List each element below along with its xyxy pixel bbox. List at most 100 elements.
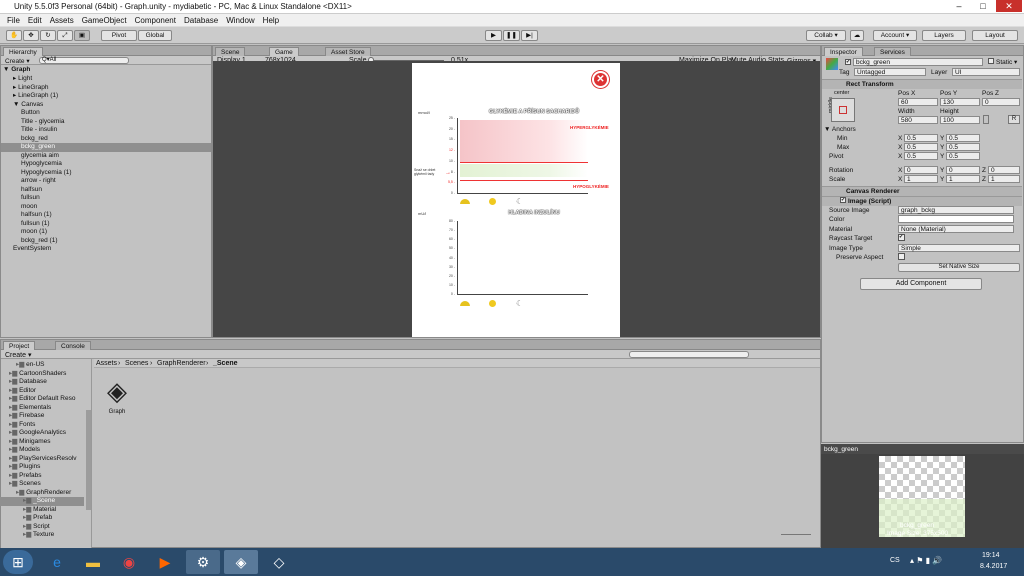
hierarchy-item[interactable]: ▸ LineGraph (1): [1, 92, 211, 101]
hierarchy-item[interactable]: Button: [1, 109, 211, 118]
preserve-aspect-checkbox[interactable]: [898, 253, 905, 260]
maximize-button[interactable]: □: [972, 0, 994, 12]
project-search-input[interactable]: [629, 351, 749, 358]
hierarchy-item[interactable]: fullsun: [1, 194, 211, 203]
static-checkbox[interactable]: [988, 58, 994, 64]
project-folder[interactable]: ▸▆ Prefab: [0, 514, 84, 523]
move-tool-icon[interactable]: ✥: [23, 30, 39, 41]
hierarchy-item[interactable]: bckg_green: [1, 143, 211, 152]
menu-database[interactable]: Database: [180, 14, 222, 26]
scale-y-field[interactable]: 1: [946, 175, 980, 183]
anchors-foldout[interactable]: ▼ Anchors: [824, 126, 856, 133]
breadcrumb-scenes[interactable]: Scenes: [125, 360, 148, 367]
project-folder[interactable]: ▸▆ Models: [0, 446, 84, 455]
raycast-checkbox[interactable]: ✔: [898, 234, 905, 241]
unity-hub-icon[interactable]: ◇: [262, 550, 296, 574]
unity-scene-icon[interactable]: ◈: [103, 376, 131, 406]
hierarchy-item[interactable]: moon (1): [1, 228, 211, 237]
cloud-icon[interactable]: ☁: [850, 30, 864, 41]
project-folder[interactable]: ▸▆ Plugins: [0, 463, 84, 472]
hierarchy-item[interactable]: EventSystem: [1, 245, 211, 254]
hand-tool-icon[interactable]: ✋: [6, 30, 22, 41]
scale-z-field[interactable]: 1: [988, 175, 1020, 183]
scene-root[interactable]: ▼ Graph: [3, 66, 30, 75]
rotation-x-field[interactable]: 0: [904, 166, 938, 174]
hierarchy-item[interactable]: glycemia aim: [1, 152, 211, 161]
set-native-size-button[interactable]: Set Native Size: [898, 263, 1020, 272]
collab-dropdown[interactable]: Collab ▾: [806, 30, 846, 41]
hierarchy-search-input[interactable]: Q▾All: [39, 57, 129, 64]
close-window-button[interactable]: ✕: [996, 0, 1022, 12]
anchor-min-x[interactable]: 0.5: [904, 134, 938, 142]
tab-game[interactable]: Game: [269, 47, 299, 56]
project-folder[interactable]: ▸▆ Prefabs: [0, 472, 84, 481]
project-folder[interactable]: ▸▆ _Scene: [0, 497, 84, 506]
hierarchy-item[interactable]: Title - insulin: [1, 126, 211, 135]
breadcrumb-assets[interactable]: Assets: [96, 360, 117, 367]
hierarchy-item[interactable]: halfsun: [1, 186, 211, 195]
asset-graph-label[interactable]: Graph: [104, 409, 130, 415]
static-dropdown[interactable]: Static ▾: [996, 58, 1017, 66]
hierarchy-item[interactable]: Hypoglycemia: [1, 160, 211, 169]
menu-gameobject[interactable]: GameObject: [78, 14, 131, 26]
rotation-y-field[interactable]: 0: [946, 166, 980, 174]
anchor-min-y[interactable]: 0.5: [946, 134, 980, 142]
icon-size-slider[interactable]: [781, 534, 811, 535]
pause-button[interactable]: ❚❚: [503, 30, 520, 41]
tab-services[interactable]: Services: [874, 47, 911, 56]
hierarchy-item[interactable]: ▸ LineGraph: [1, 84, 211, 93]
image-enabled-checkbox[interactable]: ✔: [840, 197, 846, 203]
tab-asset-store[interactable]: Asset Store: [325, 47, 371, 56]
folder-scrollbar[interactable]: [86, 410, 91, 510]
account-dropdown[interactable]: Account ▾: [873, 30, 917, 41]
tray-icons[interactable]: ▴ ⚑ ▮ 🔊: [910, 556, 942, 565]
step-button[interactable]: ▶|: [521, 30, 538, 41]
project-folder[interactable]: ▸▆ PlayServicesResolv: [0, 455, 84, 464]
anchor-max-x[interactable]: 0.5: [904, 143, 938, 151]
language-indicator[interactable]: CS: [890, 557, 900, 564]
project-folder[interactable]: ▸▆ Editor Default Reso: [0, 395, 84, 404]
hierarchy-create-button[interactable]: Create ▾: [5, 57, 30, 65]
hierarchy-item[interactable]: arrow - right: [1, 177, 211, 186]
scale-tool-icon[interactable]: ⤢: [57, 30, 73, 41]
menu-component[interactable]: Component: [131, 14, 180, 26]
tab-scene[interactable]: Scene: [215, 47, 246, 56]
hierarchy-item[interactable]: bckg_red: [1, 135, 211, 144]
tab-hierarchy[interactable]: Hierarchy: [3, 47, 43, 56]
tab-inspector[interactable]: Inspector: [824, 47, 863, 56]
app-icon[interactable]: ⚙: [186, 550, 220, 574]
minimize-button[interactable]: –: [948, 0, 970, 12]
project-folder[interactable]: ▸▆ Firebase: [0, 412, 84, 421]
menu-help[interactable]: Help: [259, 14, 283, 26]
hierarchy-item[interactable]: Hypoglycemia (1): [1, 169, 211, 178]
hierarchy-item[interactable]: fullsun (1): [1, 220, 211, 229]
menu-file[interactable]: File: [3, 14, 24, 26]
project-folder[interactable]: ▸▆ Scenes: [0, 480, 84, 489]
layout-dropdown[interactable]: Layout: [972, 30, 1018, 41]
tag-dropdown[interactable]: Untagged: [854, 68, 926, 76]
project-folder[interactable]: ▸▆ CartoonShaders: [0, 370, 84, 379]
play-button[interactable]: ▶: [485, 30, 502, 41]
project-folder[interactable]: ▸▆ Material: [0, 506, 84, 515]
gameobject-name-field[interactable]: bckg_green: [853, 58, 983, 66]
pos-z-field[interactable]: 0: [982, 98, 1020, 106]
hierarchy-item[interactable]: ▼ Canvas: [1, 101, 211, 110]
project-folder[interactable]: ▸▆ GraphRenderer: [0, 489, 84, 498]
chrome-icon[interactable]: ◉: [112, 550, 146, 574]
breadcrumb-graphrenderer[interactable]: GraphRenderer: [157, 360, 206, 367]
material-field[interactable]: None (Material): [898, 225, 1014, 233]
project-folder[interactable]: ▸▆ GoogleAnalytics: [0, 429, 84, 438]
height-field[interactable]: 100: [940, 116, 980, 124]
pivot-y-field[interactable]: 0.5: [946, 152, 980, 160]
project-folder[interactable]: ▸▆ Database: [0, 378, 84, 387]
project-folder[interactable]: ▸▆ Elementals: [0, 404, 84, 413]
hierarchy-item[interactable]: ▸ Light: [1, 75, 211, 84]
pivot-x-field[interactable]: 0.5: [904, 152, 938, 160]
media-player-icon[interactable]: ▶: [148, 550, 182, 574]
raw-edit-button[interactable]: R: [1008, 115, 1020, 124]
hierarchy-item[interactable]: Title - glycemia: [1, 118, 211, 127]
rect-tool-icon[interactable]: ▣: [74, 30, 90, 41]
anchor-max-y[interactable]: 0.5: [946, 143, 980, 151]
hierarchy-item[interactable]: halfsun (1): [1, 211, 211, 220]
rotation-z-field[interactable]: 0: [988, 166, 1020, 174]
